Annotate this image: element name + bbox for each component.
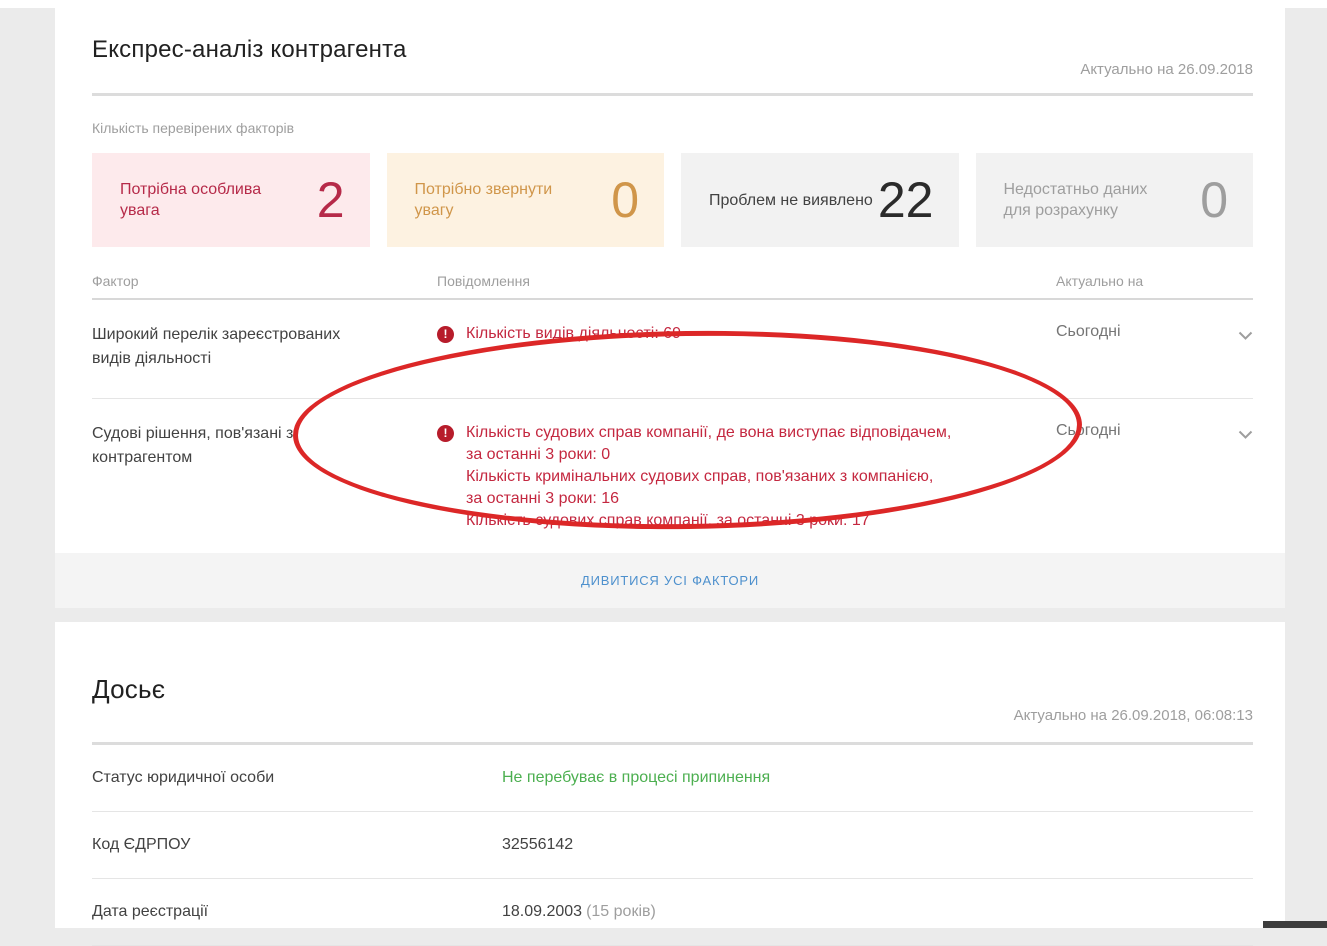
stat-value: 0 [611, 171, 639, 229]
see-all-factors-button[interactable]: ДИВИТИСЯ УСІ ФАКТОРИ [581, 553, 759, 608]
stat-label: Потрібно звернути увагу [415, 179, 585, 221]
alert-exclamation-icon [437, 326, 454, 343]
dossier-title: Досьє [92, 656, 165, 705]
table-row: Широкий перелік зареєстрованих видів дія… [92, 300, 1253, 399]
factor-message: Кількість видів діяльності: 69 [466, 323, 681, 345]
stat-card-special-attention[interactable]: Потрібна особлива увага 2 [92, 153, 370, 247]
dossier-row-legal-status: Статус юридичної особи Не перебуває в пр… [92, 745, 1253, 812]
legal-status-value: Не перебуває в процесі припинення [502, 769, 770, 787]
dossier-label: Статус юридичної особи [92, 769, 502, 787]
factors-table-header: Фактор Повідомлення Актуально на [92, 273, 1253, 300]
header-message: Повідомлення [437, 273, 1056, 289]
stat-cards-row: Потрібна особлива увага 2 Потрібно зверн… [92, 153, 1253, 247]
table-row: Судові рішення, пов'язані з контрагентом… [92, 399, 1253, 532]
stat-card-insufficient-data[interactable]: Недостатньо даних для розрахунку 0 [976, 153, 1254, 247]
dossier-actuality-date: Актуально на 26.09.2018, 06:08:13 [1014, 707, 1253, 726]
previous-card-edge [0, 0, 1327, 8]
dossier-card: Досьє Актуально на 26.09.2018, 06:08:13 … [55, 622, 1285, 928]
divider [92, 93, 1253, 96]
stat-card-no-problems[interactable]: Проблем не виявлено 22 [681, 153, 959, 247]
dossier-row-registration-date: Дата реєстрації 18.09.2003 (15 років) [92, 879, 1253, 946]
horizontal-scrollbar-thumb[interactable] [1263, 921, 1327, 928]
actuality-date: Актуально на 26.09.2018 [1080, 61, 1253, 80]
stat-card-needs-attention[interactable]: Потрібно звернути увагу 0 [387, 153, 665, 247]
stat-label: Недостатньо даних для розрахунку [1004, 179, 1174, 221]
stat-value: 22 [878, 171, 934, 229]
edrpou-code-value: 32556142 [502, 836, 573, 854]
expand-row-button[interactable] [1238, 327, 1253, 345]
express-analysis-card: Експрес-аналіз контрагента Актуально на … [55, 8, 1285, 608]
factor-name: Судові рішення, пов'язані з контрагентом [92, 422, 382, 470]
dossier-label: Код ЄДРПОУ [92, 836, 502, 854]
factor-actual-date: Сьогодні [1056, 422, 1121, 439]
company-age-value: (15 років) [586, 903, 656, 921]
stat-value: 2 [317, 171, 345, 229]
dossier-row-edrpou-code: Код ЄДРПОУ 32556142 [92, 812, 1253, 879]
registration-date-value: 18.09.2003 [502, 903, 582, 921]
factor-message: Кількість судових справ компанії, де вон… [466, 422, 951, 532]
see-all-factors-band: ДИВИТИСЯ УСІ ФАКТОРИ [55, 553, 1285, 608]
factor-name: Широкий перелік зареєстрованих видів дія… [92, 323, 382, 371]
header-actual: Актуально на [1056, 273, 1201, 289]
dossier-label: Дата реєстрації [92, 903, 502, 921]
chevron-down-icon [1238, 430, 1253, 439]
expand-row-button[interactable] [1238, 426, 1253, 444]
page-title: Експрес-аналіз контрагента [92, 36, 407, 64]
stat-label: Потрібна особлива увага [120, 179, 290, 221]
checked-factors-label: Кількість перевірених факторів [92, 120, 1253, 136]
stat-value: 0 [1200, 171, 1228, 229]
stat-label: Проблем не виявлено [709, 190, 873, 211]
factor-actual-date: Сьогодні [1056, 323, 1121, 340]
chevron-down-icon [1238, 331, 1253, 340]
header-factor: Фактор [92, 273, 437, 289]
alert-exclamation-icon [437, 425, 454, 442]
